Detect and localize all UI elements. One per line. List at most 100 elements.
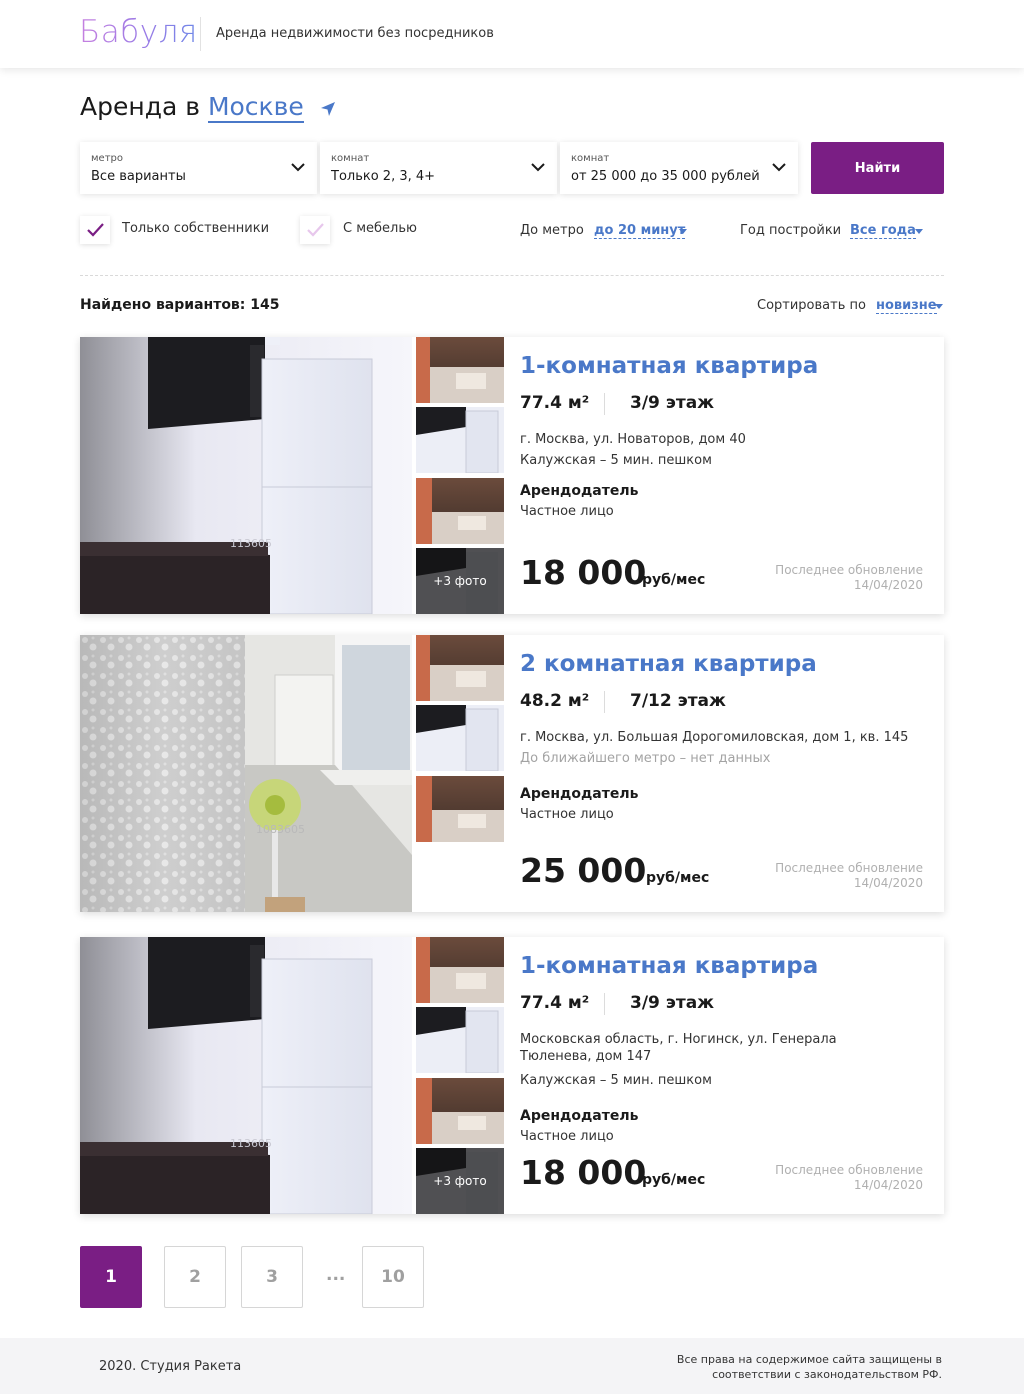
furnished-checkbox[interactable] [300, 216, 330, 244]
page-title: Аренда в Москве [80, 92, 336, 123]
more-photos-overlay[interactable]: +3 фото [416, 1148, 504, 1214]
listing-title[interactable]: 2 комнатная квартира [520, 651, 817, 677]
price-filter-label: комнат [571, 153, 610, 164]
listing-floor: 3/9 этаж [630, 993, 715, 1013]
listing-card[interactable]: 113605 +3 фото 1-комнатная квартира 77.4… [80, 937, 944, 1214]
listing-thumbnail[interactable] [416, 337, 504, 403]
owners-only-checkbox[interactable] [80, 216, 110, 244]
metro-distance-value: до 20 минут [594, 223, 686, 238]
listing-thumbnail[interactable] [416, 1078, 504, 1144]
svg-text:1083605: 1083605 [256, 823, 305, 836]
listing-title[interactable]: 1-комнатная квартира [520, 353, 818, 379]
chevron-down-icon [772, 163, 786, 172]
city-selector-link[interactable]: Москве [207, 92, 304, 123]
svg-text:113605: 113605 [230, 537, 272, 550]
listing-divider [604, 691, 605, 713]
listing-floor: 7/12 этаж [630, 691, 726, 711]
listing-main-photo[interactable]: 113605 [80, 337, 412, 614]
sort-label: Сортировать по [757, 298, 866, 313]
landlord-label: Арендодатель [520, 1108, 639, 1124]
last-updated-date: 14/04/2020 [853, 876, 923, 890]
listing-thumbnail[interactable] [416, 937, 504, 1003]
site-logo[interactable]: Бабуля [79, 14, 198, 50]
build-year-value: Все года [850, 223, 916, 238]
listing-thumbnail[interactable] [416, 635, 504, 701]
caret-down-icon [915, 229, 923, 234]
price-filter[interactable]: комнат от 25 000 до 35 000 рублей [560, 142, 798, 194]
landlord-label: Арендодатель [520, 786, 639, 802]
last-updated-label: Последнее обновление [775, 1163, 923, 1177]
metro-filter-value: Все варианты [91, 169, 186, 184]
listing-main-photo[interactable]: 113605 [80, 937, 412, 1214]
footer-copyright: 2020. Студия Ракета [99, 1359, 242, 1374]
pagination-ellipsis: ... [326, 1265, 346, 1285]
listing-thumbnail[interactable] [416, 705, 504, 771]
landlord-label: Арендодатель [520, 483, 639, 499]
listing-thumbnail[interactable]: +3 фото [416, 1148, 504, 1214]
furnished-label[interactable]: С мебелью [343, 221, 417, 236]
listing-metro: Калужская – 5 мин. пешком [520, 1073, 712, 1088]
caret-down-icon [679, 229, 687, 234]
last-updated: Последнее обновление 14/04/2020 [723, 563, 923, 593]
rooms-filter[interactable]: комнат Только 2, 3, 4+ [320, 142, 557, 194]
results-count: Найдено вариантов: 145 [80, 297, 280, 313]
chevron-down-icon [531, 163, 545, 172]
site-tagline: Аренда недвижимости без посредников [216, 26, 494, 41]
page-button-2[interactable]: 2 [164, 1246, 226, 1308]
price-filter-value: от 25 000 до 35 000 рублей [571, 169, 760, 184]
listing-area: 77.4 м² [520, 993, 590, 1013]
listing-thumbnail[interactable] [416, 478, 504, 544]
listing-divider [604, 993, 605, 1015]
last-updated-label: Последнее обновление [775, 861, 923, 875]
listing-thumbnail[interactable] [416, 776, 504, 842]
location-arrow-icon[interactable] [320, 94, 336, 123]
listing-metro: До ближайшего метро – нет данных [520, 751, 771, 766]
page-button-3[interactable]: 3 [241, 1246, 303, 1308]
listing-price: 18 000 [520, 553, 647, 592]
listing-title[interactable]: 1-комнатная квартира [520, 953, 818, 979]
section-divider [80, 275, 944, 276]
last-updated: Последнее обновление 14/04/2020 [723, 1163, 923, 1193]
listing-address: г. Москва, ул. Большая Дорогомиловская, … [520, 730, 909, 745]
listing-card[interactable]: 113605 +3 фото 1-комнатная квартира 77.4… [80, 337, 944, 614]
listing-price: 18 000 [520, 1153, 647, 1192]
listing-price: 25 000 [520, 851, 647, 890]
sort-dropdown[interactable]: новизне [876, 298, 937, 314]
chevron-down-icon [291, 163, 305, 172]
more-photos-overlay[interactable]: +3 фото [416, 548, 504, 614]
listing-thumbnail[interactable]: +3 фото [416, 548, 504, 614]
price-unit: руб/мес [642, 572, 706, 588]
rooms-filter-value: Только 2, 3, 4+ [331, 169, 436, 184]
site-footer: 2020. Студия Ракета Все права на содержи… [0, 1338, 1024, 1394]
page-button-1[interactable]: 1 [80, 1246, 142, 1308]
footer-legal: Все права на содержимое сайта защищены в… [676, 1353, 942, 1381]
listing-card[interactable]: 1083605 2 комнатная квартира 48.2 м² 7/1… [80, 635, 944, 912]
build-year-label: Год постройки [740, 223, 842, 238]
rooms-filter-label: комнат [331, 153, 370, 164]
price-unit: руб/мес [642, 1172, 706, 1188]
price-unit: руб/мес [646, 870, 710, 886]
search-button[interactable]: Найти [811, 142, 944, 194]
listing-floor: 3/9 этаж [630, 393, 715, 413]
site-header: Бабуля Аренда недвижимости без посредник… [0, 0, 1024, 68]
listing-divider [604, 393, 605, 415]
listing-address: Московская область, г. Ногинск, ул. Гене… [520, 1032, 837, 1064]
build-year-dropdown[interactable]: Все года [850, 223, 916, 239]
owners-only-label[interactable]: Только собственники [122, 221, 269, 236]
metro-distance-dropdown[interactable]: до 20 минут [594, 223, 686, 239]
caret-down-icon [935, 304, 943, 309]
page-button-10[interactable]: 10 [362, 1246, 424, 1308]
metro-distance-label: До метро [520, 223, 584, 238]
last-updated: Последнее обновление 14/04/2020 [723, 861, 923, 891]
listing-address: г. Москва, ул. Новаторов, дом 40 [520, 432, 746, 447]
sort-value: новизне [876, 298, 937, 313]
checkmark-icon [307, 223, 324, 237]
landlord-type: Частное лицо [520, 504, 614, 519]
svg-text:113605: 113605 [230, 1137, 272, 1150]
listing-thumbnail[interactable] [416, 407, 504, 473]
last-updated-label: Последнее обновление [775, 563, 923, 577]
listing-thumbnail[interactable] [416, 1007, 504, 1073]
listing-main-photo[interactable]: 1083605 [80, 635, 412, 912]
landlord-type: Частное лицо [520, 1129, 614, 1144]
metro-filter[interactable]: метро Все варианты [80, 142, 317, 194]
